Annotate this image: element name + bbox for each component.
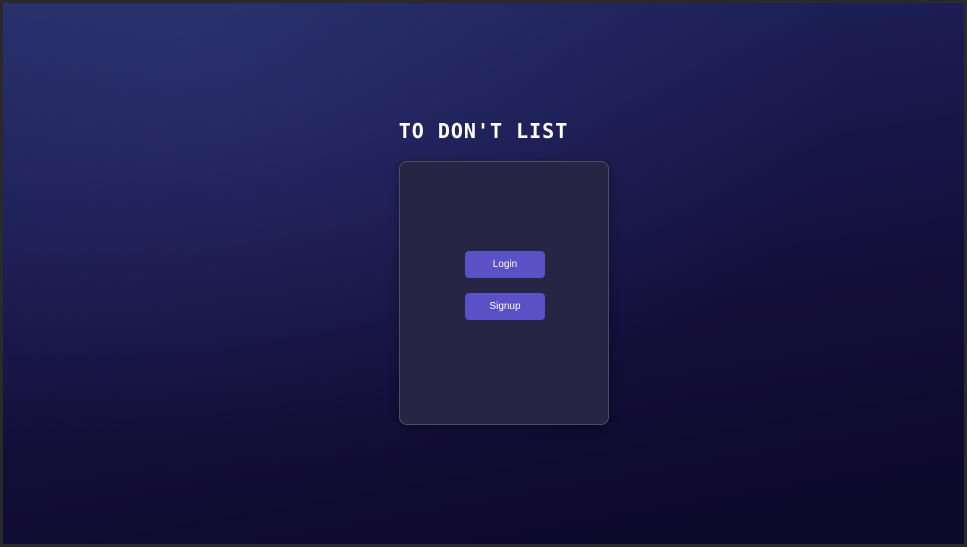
- auth-card: Login Signup: [399, 161, 609, 425]
- page-title: TO DON'T LIST: [398, 119, 569, 143]
- login-button[interactable]: Login: [465, 251, 545, 278]
- signup-button[interactable]: Signup: [465, 293, 545, 320]
- app-window: TO DON'T LIST Login Signup: [3, 3, 964, 544]
